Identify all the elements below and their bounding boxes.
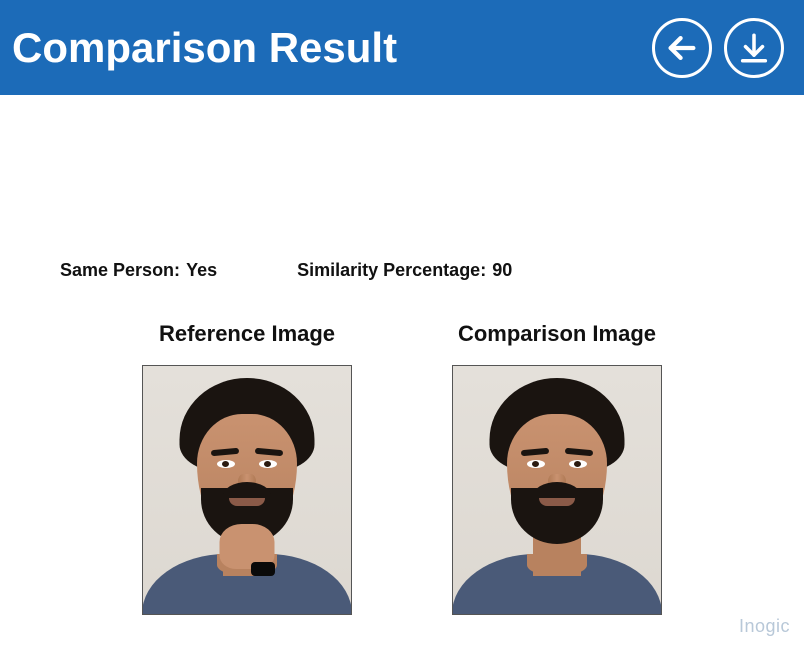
- page-title: Comparison Result: [12, 24, 397, 72]
- header-bar: Comparison Result: [0, 0, 804, 95]
- similarity-field: Similarity Percentage: 90: [297, 260, 512, 281]
- same-person-field: Same Person: Yes: [60, 260, 217, 281]
- similarity-label: Similarity Percentage:: [297, 260, 486, 281]
- reference-image-block: Reference Image: [142, 321, 352, 615]
- reference-image-title: Reference Image: [159, 321, 335, 347]
- images-row: Reference Image: [60, 321, 744, 615]
- reference-image: [142, 365, 352, 615]
- watermark-text: Inogic: [739, 616, 790, 637]
- header-actions: [652, 18, 784, 78]
- content-area: Same Person: Yes Similarity Percentage: …: [0, 95, 804, 615]
- download-icon: [737, 31, 771, 65]
- same-person-label: Same Person:: [60, 260, 180, 281]
- same-person-value: Yes: [186, 260, 217, 281]
- comparison-image-block: Comparison Image: [452, 321, 662, 615]
- result-info-row: Same Person: Yes Similarity Percentage: …: [60, 260, 744, 281]
- download-button[interactable]: [724, 18, 784, 78]
- back-button[interactable]: [652, 18, 712, 78]
- similarity-value: 90: [492, 260, 512, 281]
- comparison-image: [452, 365, 662, 615]
- arrow-left-icon: [665, 31, 699, 65]
- comparison-image-title: Comparison Image: [458, 321, 656, 347]
